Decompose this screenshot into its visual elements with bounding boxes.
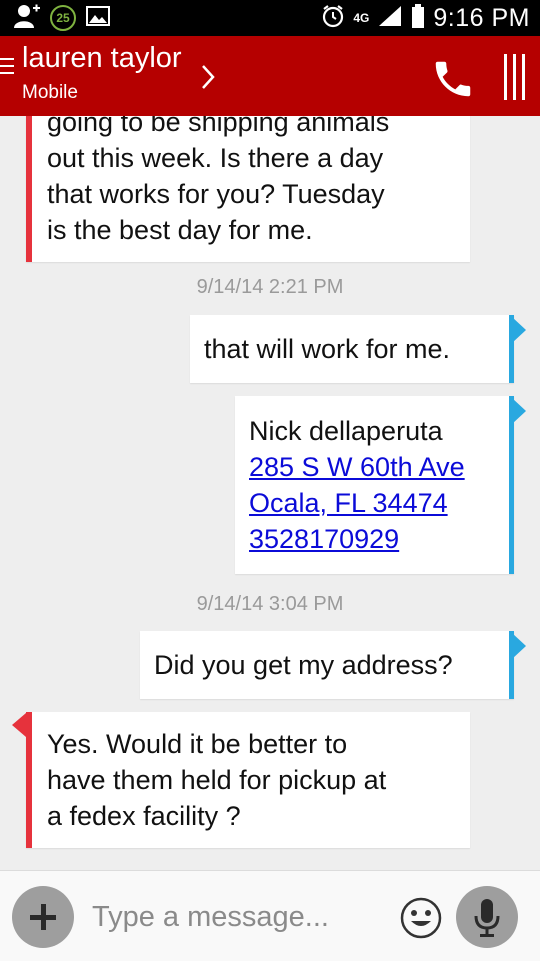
clock: 9:16 PM: [433, 3, 530, 32]
message-input[interactable]: [92, 897, 392, 937]
message-text: Yes. Would it be better to: [47, 729, 348, 759]
more-icon[interactable]: [500, 52, 530, 102]
address-link[interactable]: 285 S W 60th Ave: [249, 449, 495, 485]
menu-icon[interactable]: [0, 58, 16, 79]
message-text: is the best day for me.: [47, 215, 313, 245]
outgoing-tail: [512, 633, 526, 659]
microphone-icon[interactable]: [456, 886, 518, 948]
conversation-header: lauren taylor Mobile: [0, 36, 540, 116]
incoming-message[interactable]: Yes. Would it be better to have them hel…: [26, 712, 470, 848]
message-text: going to be shipping animals: [47, 116, 390, 137]
emoji-icon[interactable]: [400, 897, 442, 939]
chevron-right-icon[interactable]: [200, 64, 216, 95]
status-bar: 25 4G 9:16 PM: [0, 0, 540, 36]
notification-count-badge: 25: [50, 5, 76, 31]
outgoing-message[interactable]: Did you get my address?: [140, 631, 514, 699]
outgoing-tail: [512, 317, 526, 343]
message-timestamp: 9/14/14 3:04 PM: [196, 593, 344, 615]
add-contact-icon: [14, 4, 40, 33]
address-link[interactable]: Ocala, FL 34474: [249, 485, 495, 521]
incoming-tail: [12, 713, 26, 737]
phone-number-link[interactable]: 3528170929: [249, 521, 495, 557]
contact-number-type: Mobile: [22, 82, 78, 103]
battery-icon: [411, 3, 425, 33]
incoming-message[interactable]: going to be shipping animals out this we…: [26, 116, 470, 262]
outgoing-tail: [512, 398, 526, 424]
message-list[interactable]: going to be shipping animals out this we…: [0, 116, 540, 870]
network-type: 4G: [353, 11, 370, 25]
image-notification-icon: [86, 5, 110, 31]
message-text: Did you get my address?: [154, 650, 453, 680]
outgoing-message[interactable]: Nick dellaperuta 285 S W 60th Ave Ocala,…: [235, 396, 514, 574]
message-text: have them held for pickup at: [47, 765, 387, 795]
outgoing-message[interactable]: that will work for me.: [190, 315, 514, 383]
phone-icon[interactable]: [430, 56, 476, 102]
message-composer: [0, 870, 540, 961]
message-text: that will work for me.: [204, 334, 451, 364]
contact-name[interactable]: lauren taylor: [22, 42, 182, 75]
message-timestamp: 9/14/14 2:21 PM: [196, 276, 344, 298]
message-text: Nick dellaperuta: [249, 416, 443, 446]
add-attachment-icon[interactable]: [12, 886, 74, 948]
message-text: that works for you? Tuesday: [47, 179, 385, 209]
message-text: a fedex facility ?: [47, 801, 241, 831]
message-text: out this week. Is there a day: [47, 143, 384, 173]
alarm-icon: [321, 4, 345, 33]
signal-icon: [377, 4, 403, 33]
